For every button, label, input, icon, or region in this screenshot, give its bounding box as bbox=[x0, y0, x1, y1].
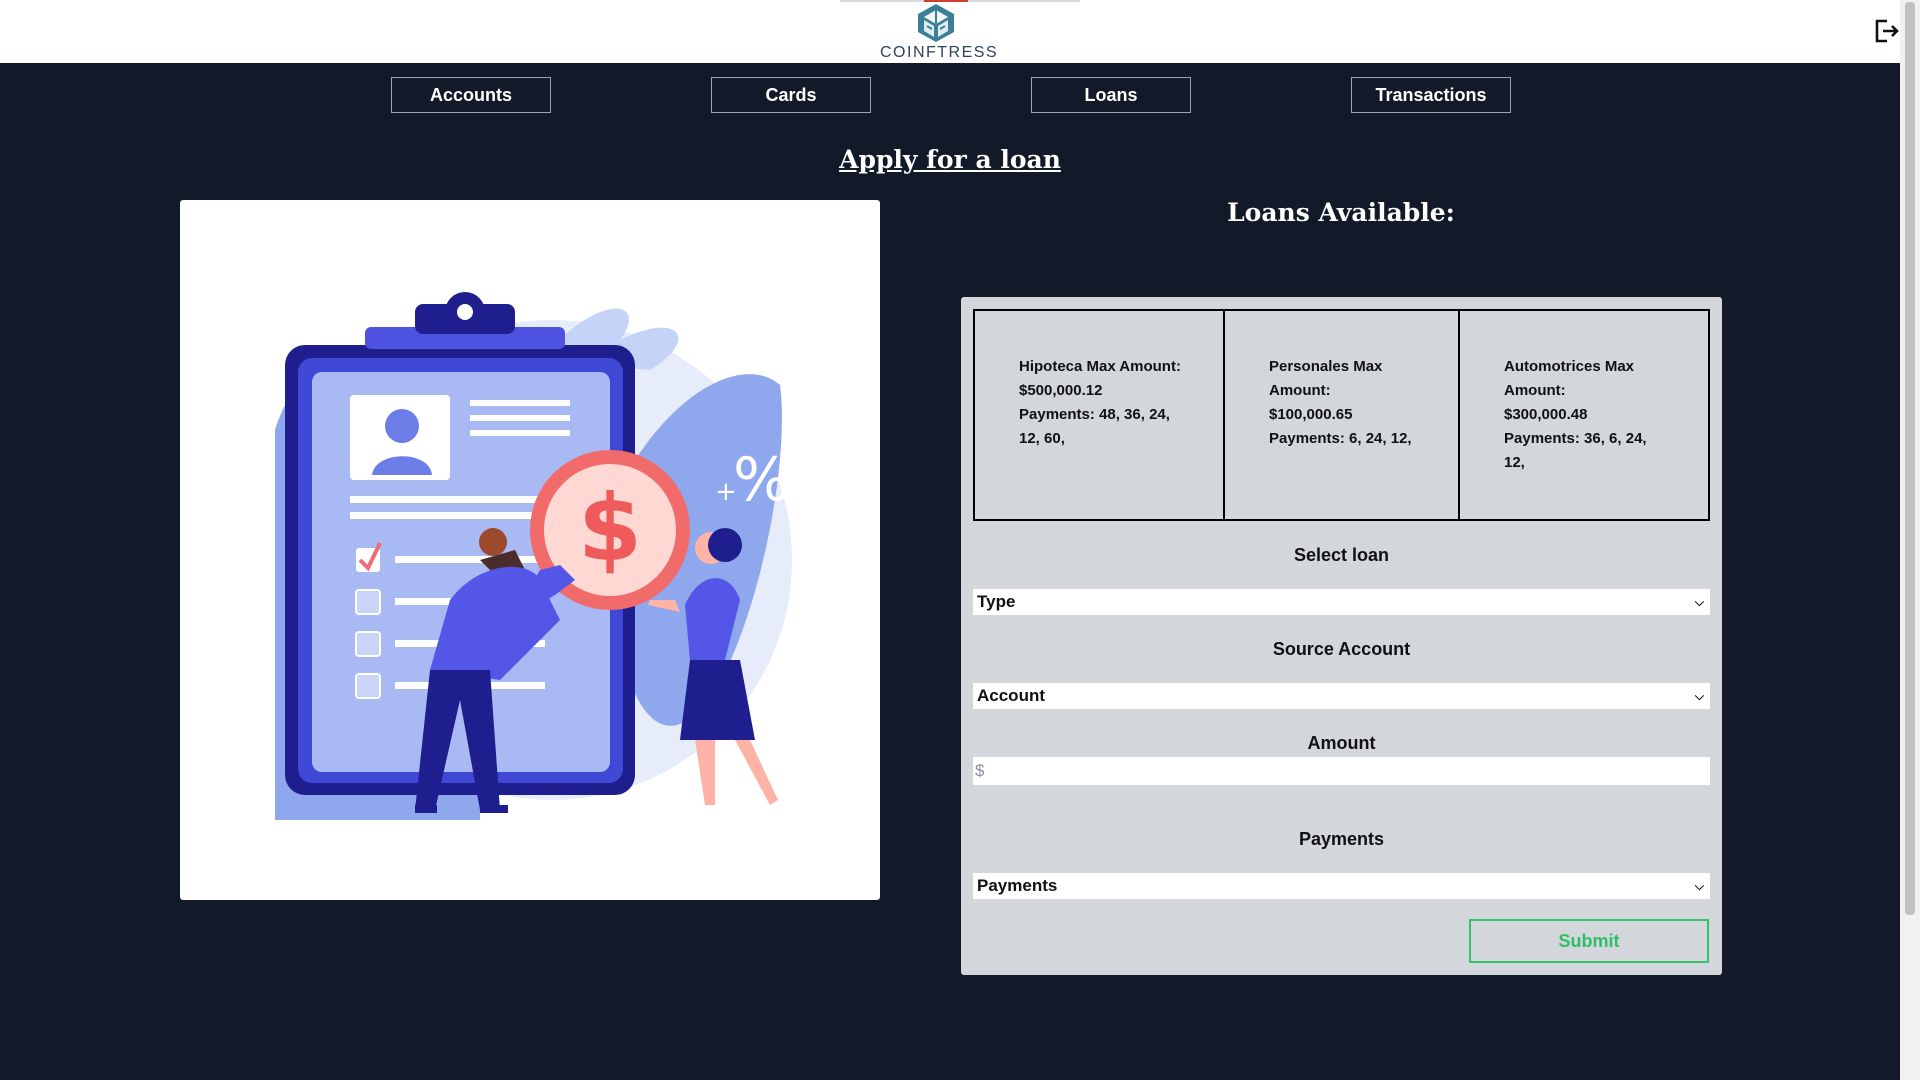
chevron-down-icon: ⌵ bbox=[1694, 594, 1704, 609]
loan-card-payments: Payments: 6, 24, 12, bbox=[1269, 430, 1412, 447]
loan-card-amount: $300,000.48 bbox=[1504, 406, 1588, 423]
loan-card-payments: Payments: 36, 6, 24, 12, bbox=[1504, 430, 1647, 471]
nav-transactions-button[interactable]: Transactions bbox=[1351, 77, 1511, 113]
top-header: COINFTRESS bbox=[0, 0, 1900, 63]
nav-loans-button[interactable]: Loans bbox=[1031, 77, 1191, 113]
svg-text:$: $ bbox=[578, 475, 642, 582]
loan-type-value: Type bbox=[977, 592, 1016, 611]
loan-card-amount: $100,000.65 bbox=[1269, 406, 1353, 423]
loan-card-title: Automotrices Max Amount: bbox=[1504, 358, 1635, 399]
logo-icon bbox=[918, 4, 954, 42]
submit-button[interactable]: Submit bbox=[1469, 919, 1709, 963]
loan-application-illustration: $ + % bbox=[275, 292, 792, 820]
loan-type-select[interactable]: Type ⌵ bbox=[973, 589, 1710, 615]
loan-card-amount: $500,000.12 bbox=[1019, 382, 1103, 399]
loan-cards-row: Hipoteca Max Amount: $500,000.12 Payment… bbox=[973, 309, 1710, 521]
chevron-down-icon: ⌵ bbox=[1694, 878, 1704, 893]
page-title: Apply for a loan bbox=[839, 145, 1061, 174]
logo-text: COINFTRESS bbox=[880, 44, 999, 61]
loan-card-payments: Payments: 48, 36, 24, 12, 60, bbox=[1019, 406, 1170, 447]
payments-label: Payments bbox=[1298, 829, 1385, 849]
source-account-label: Source Account bbox=[1272, 639, 1411, 659]
loan-card-title: Personales Max Amount: bbox=[1269, 358, 1383, 399]
brand-logo[interactable]: COINFTRESS bbox=[880, 2, 999, 62]
source-account-value: Account bbox=[977, 686, 1045, 705]
loan-card-hipoteca: Hipoteca Max Amount: $500,000.12 Payment… bbox=[973, 309, 1225, 521]
loan-card-automotrices: Automotrices Max Amount: $300,000.48 Pay… bbox=[1460, 309, 1710, 521]
source-account-select[interactable]: Account ⌵ bbox=[973, 683, 1710, 709]
loans-available-heading: Loans Available: bbox=[1227, 198, 1455, 227]
svg-text:%: % bbox=[733, 445, 790, 515]
logout-icon[interactable] bbox=[1873, 18, 1903, 48]
loan-illustration-card: $ + % bbox=[180, 200, 880, 900]
nav-cards-button[interactable]: Cards bbox=[711, 77, 871, 113]
select-loan-label: Select loan bbox=[1293, 545, 1390, 565]
loan-card-personales: Personales Max Amount: $100,000.65 Payme… bbox=[1225, 309, 1460, 521]
payments-select[interactable]: Payments ⌵ bbox=[973, 873, 1710, 899]
scrollbar-thumb[interactable] bbox=[1905, 2, 1915, 915]
amount-input[interactable] bbox=[973, 757, 1710, 785]
chevron-down-icon: ⌵ bbox=[1694, 688, 1704, 703]
nav-accounts-button[interactable]: Accounts bbox=[391, 77, 551, 113]
amount-label: Amount bbox=[1307, 733, 1376, 753]
loan-form-panel: Hipoteca Max Amount: $500,000.12 Payment… bbox=[961, 297, 1722, 975]
loan-card-title: Hipoteca Max Amount: bbox=[1019, 358, 1181, 375]
page-scrollbar[interactable] bbox=[1900, 0, 1920, 1080]
payments-value: Payments bbox=[977, 876, 1058, 895]
